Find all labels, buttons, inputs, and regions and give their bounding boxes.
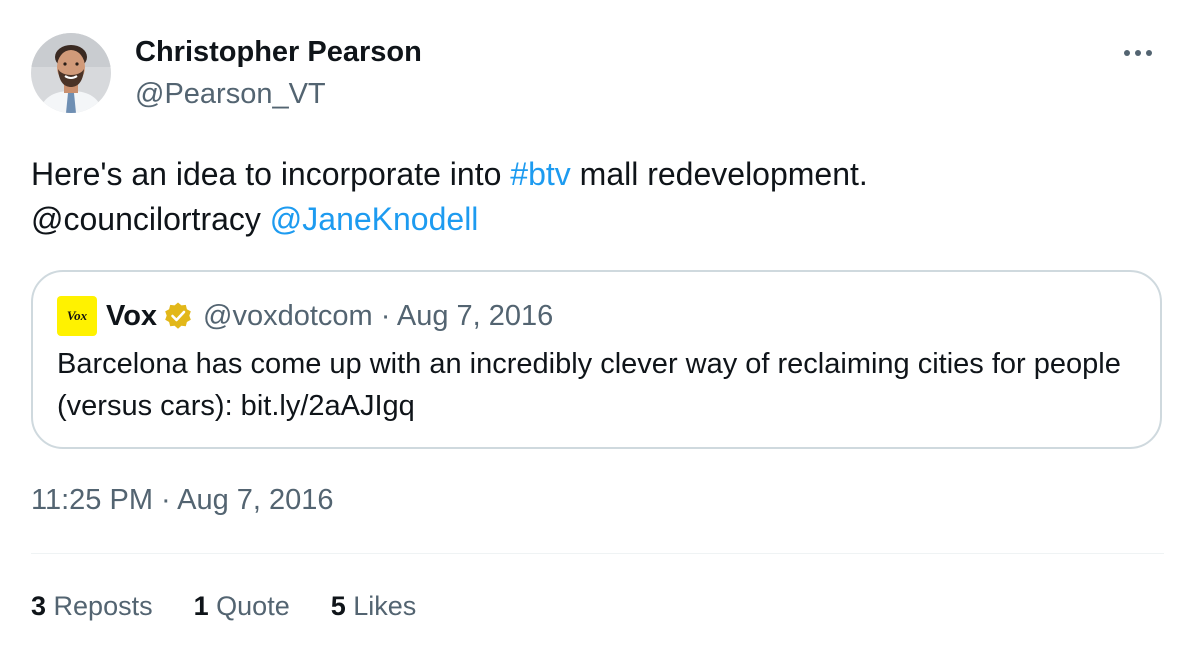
quoted-tweet-text: Barcelona has come up with an incredibly… [57,348,1121,422]
vox-logo: Vox [57,296,97,336]
reposts-label: Reposts [53,591,153,621]
more-options-button[interactable] [1118,38,1158,68]
quoted-tweet-card[interactable]: Vox Vox @voxdotcom · Aug 7, 2016 Barcelo… [31,270,1162,449]
reposts-stat[interactable]: 3 Reposts [31,591,153,622]
more-horizontal-icon [1124,50,1152,56]
mention-text: @councilortracy [31,201,261,237]
reposts-count: 3 [31,591,47,621]
vox-logo-text: Vox [66,308,88,323]
quoted-tweet-header: Vox Vox @voxdotcom · Aug 7, 2016 [57,296,553,336]
quotes-label: Quote [216,591,290,621]
author-name[interactable]: Christopher Pearson [135,36,422,69]
quoted-author-handle-date: @voxdotcom · Aug 7, 2016 [203,299,554,332]
author-handle[interactable]: @Pearson_VT [135,78,326,111]
avatar-photo [31,33,111,113]
likes-stat[interactable]: 5 Likes [331,591,417,622]
quotes-count: 1 [193,591,209,621]
author-avatar[interactable] [31,33,111,113]
verified-badge-icon [165,302,191,329]
hashtag-link[interactable]: #btv [510,156,570,192]
tweet-text-part1: Here's an idea to incorporate into [31,156,511,192]
tweet-text-part2: mall redevelopment. [570,156,868,192]
tweet-detail: Christopher Pearson @Pearson_VT Here's a… [0,0,1192,656]
mention-link[interactable]: @JaneKnodell [270,201,479,237]
divider [31,553,1164,554]
quoted-author-name: Vox [106,299,158,332]
engagement-stats: 3 Reposts 1 Quote 5 Likes [31,591,457,622]
likes-count: 5 [330,591,346,621]
likes-label: Likes [353,591,417,621]
tweet-text: Here's an idea to incorporate into #btv … [31,152,1151,242]
quotes-stat[interactable]: 1 Quote [194,591,290,622]
tweet-timestamp[interactable]: 11:25 PM · Aug 7, 2016 [31,484,334,517]
